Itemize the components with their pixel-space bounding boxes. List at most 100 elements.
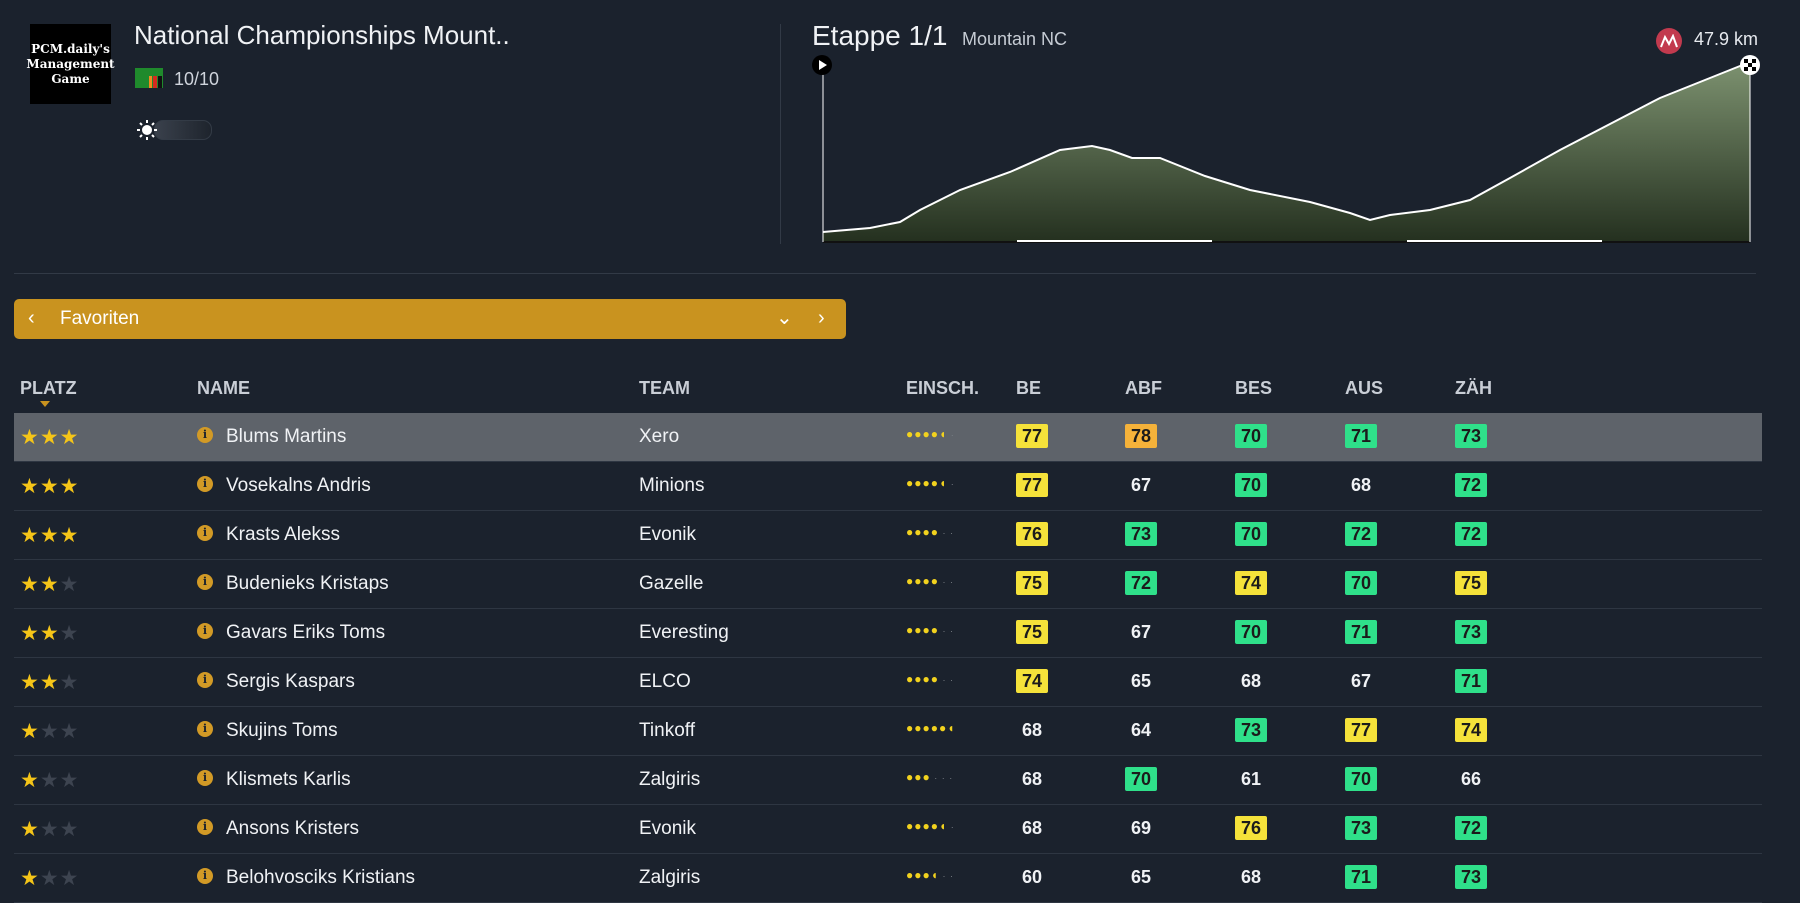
rider-team: Zalgiris	[639, 769, 701, 790]
star-icon: ★	[59, 769, 80, 792]
weather-toggle[interactable]	[134, 116, 214, 142]
info-icon[interactable]: i	[197, 574, 213, 590]
info-icon[interactable]: i	[197, 476, 213, 492]
star-icon: ★	[39, 867, 60, 890]
stat-aus: 68	[1350, 475, 1372, 495]
stat-bes: 73	[1235, 718, 1267, 742]
chevron-right-icon[interactable]: ›	[818, 307, 825, 330]
star-rating: ★★★	[20, 425, 79, 450]
form-indicator: ●●●●◖ ·	[906, 476, 955, 490]
stat-be: 76	[1016, 522, 1048, 546]
column-header-team[interactable]: TEAM	[639, 378, 690, 399]
table-row[interactable]: ★★★ i Vosekalns Andris Minions ●●●●◖ · 77 67 7…	[14, 462, 1762, 511]
table-row[interactable]: ★★★ i Belohvosciks Kristians Zalgiris ●●●◖ ·…	[14, 854, 1762, 903]
rider-name[interactable]: Budenieks Kristaps	[226, 573, 389, 595]
stat-be: 68	[1021, 818, 1043, 838]
weather-bar	[154, 120, 212, 140]
column-header-abf[interactable]: ABF	[1125, 378, 1162, 399]
stat-be: 68	[1021, 720, 1043, 740]
column-header-einsch[interactable]: EINSCH.	[906, 378, 979, 399]
rider-name[interactable]: Sergis Kaspars	[226, 671, 355, 693]
table-row[interactable]: ★★★ i Krasts Alekss Evonik ●●●● · · 76 73 70 72…	[14, 511, 1762, 560]
stat-bes: 74	[1235, 571, 1267, 595]
list-selector[interactable]: ‹ Favoriten ⌄ ›	[14, 299, 846, 339]
rider-name[interactable]: Belohvosciks Kristians	[226, 867, 415, 889]
star-icon: ★	[20, 426, 40, 449]
table-row[interactable]: ★★★ i Sergis Kaspars ELCO ●●●● · · 74 65 68 67 7…	[14, 658, 1762, 707]
star-icon: ★	[20, 573, 40, 596]
star-icon: ★	[59, 426, 80, 449]
star-rating: ★★★	[20, 719, 79, 744]
rider-name[interactable]: Ansons Kristers	[226, 818, 359, 840]
info-icon[interactable]: i	[197, 427, 213, 443]
stat-abf: 73	[1125, 522, 1157, 546]
star-icon: ★	[39, 573, 60, 596]
stat-bes: 70	[1235, 473, 1267, 497]
stage-distance: 47.9 km	[1694, 29, 1759, 49]
chevron-left-icon[interactable]: ‹	[28, 307, 35, 330]
info-icon[interactable]: i	[197, 623, 213, 639]
info-icon[interactable]: i	[197, 819, 213, 835]
chevron-down-icon[interactable]: ⌄	[776, 305, 793, 330]
stat-zah: 73	[1455, 865, 1487, 889]
stat-bes: 76	[1235, 816, 1267, 840]
column-header-aus[interactable]: AUS	[1345, 378, 1383, 399]
rider-name[interactable]: Blums Martins	[226, 426, 346, 448]
column-header-bes[interactable]: BES	[1235, 378, 1272, 399]
form-indicator: ●●●◖ · ·	[906, 868, 954, 882]
info-icon[interactable]: i	[197, 525, 213, 541]
rider-name[interactable]: Gavars Eriks Toms	[226, 622, 385, 644]
stat-bes: 70	[1235, 424, 1267, 448]
column-header-platz[interactable]: PLATZ	[20, 378, 77, 399]
column-header-name[interactable]: NAME	[197, 378, 250, 399]
table-row[interactable]: ★★★ i Ansons Kristers Evonik ●●●●◖ · 68 69 76 7…	[14, 805, 1762, 854]
table-row[interactable]: ★★★ i Budenieks Kristaps Gazelle ●●●● · · 75…	[14, 560, 1762, 609]
rider-team: Evonik	[639, 818, 697, 839]
race-rating: 10/10	[174, 69, 220, 89]
info-icon[interactable]: i	[197, 868, 213, 884]
info-icon[interactable]: i	[197, 672, 213, 688]
info-icon[interactable]: i	[197, 770, 213, 786]
rider-name[interactable]: Vosekalns Andris	[226, 475, 371, 497]
stat-aus: 71	[1345, 865, 1377, 889]
star-icon: ★	[59, 524, 80, 547]
table-row[interactable]: ★★★ i Skujins Toms Tinkoff ●●●●●◖ 68 64 73 77 74	[14, 707, 1762, 756]
column-header-be[interactable]: BE	[1016, 378, 1041, 399]
logo-line: PCM.daily's	[31, 41, 110, 56]
info-icon[interactable]: i	[197, 721, 213, 737]
stat-aus: 73	[1345, 816, 1377, 840]
rider-team: Xero	[639, 426, 680, 447]
table-row[interactable]: ★★★ i Blums Martins Xero ●●●●◖ · 77 78 70 71 73	[14, 413, 1762, 462]
rider-name[interactable]: Klismets Karlis	[226, 769, 351, 791]
rider-team: Minions	[639, 475, 705, 496]
stat-aus: 71	[1345, 424, 1377, 448]
rider-name[interactable]: Skujins Toms	[226, 720, 338, 742]
stage-profile[interactable]	[810, 50, 1760, 250]
stat-zah: 72	[1455, 522, 1487, 546]
stat-aus: 70	[1345, 767, 1377, 791]
stat-bes: 70	[1235, 620, 1267, 644]
stat-zah: 73	[1455, 424, 1487, 448]
form-indicator: ●●●● · ·	[906, 525, 954, 539]
rider-name[interactable]: Krasts Alekss	[226, 524, 340, 546]
column-header-zah[interactable]: ZÄH	[1455, 378, 1492, 399]
logo-line: Game	[51, 71, 90, 86]
table-row[interactable]: ★★★ i Gavars Eriks Toms Everesting ●●●● · · …	[14, 609, 1762, 658]
game-logo: PCM.daily's Management Game	[26, 24, 115, 104]
star-icon: ★	[20, 720, 40, 743]
star-rating: ★★★	[20, 866, 79, 891]
stat-abf: 67	[1130, 622, 1152, 642]
form-indicator: ●●●● · ·	[906, 623, 954, 637]
checkered-flag-icon	[1740, 55, 1760, 75]
star-icon: ★	[59, 867, 80, 890]
stat-abf: 65	[1130, 671, 1152, 691]
star-icon: ★	[59, 720, 80, 743]
rider-team: ELCO	[639, 671, 691, 692]
table-row[interactable]: ★★★ i Klismets Karlis Zalgiris ●●● · · · 68 7…	[14, 756, 1762, 805]
star-icon: ★	[20, 524, 40, 547]
rider-team: Everesting	[639, 622, 729, 643]
form-indicator: ●●●● · ·	[906, 672, 954, 686]
form-indicator: ●●●●◖ ·	[906, 819, 955, 833]
stat-bes: 68	[1240, 671, 1262, 691]
stat-be: 77	[1016, 424, 1048, 448]
